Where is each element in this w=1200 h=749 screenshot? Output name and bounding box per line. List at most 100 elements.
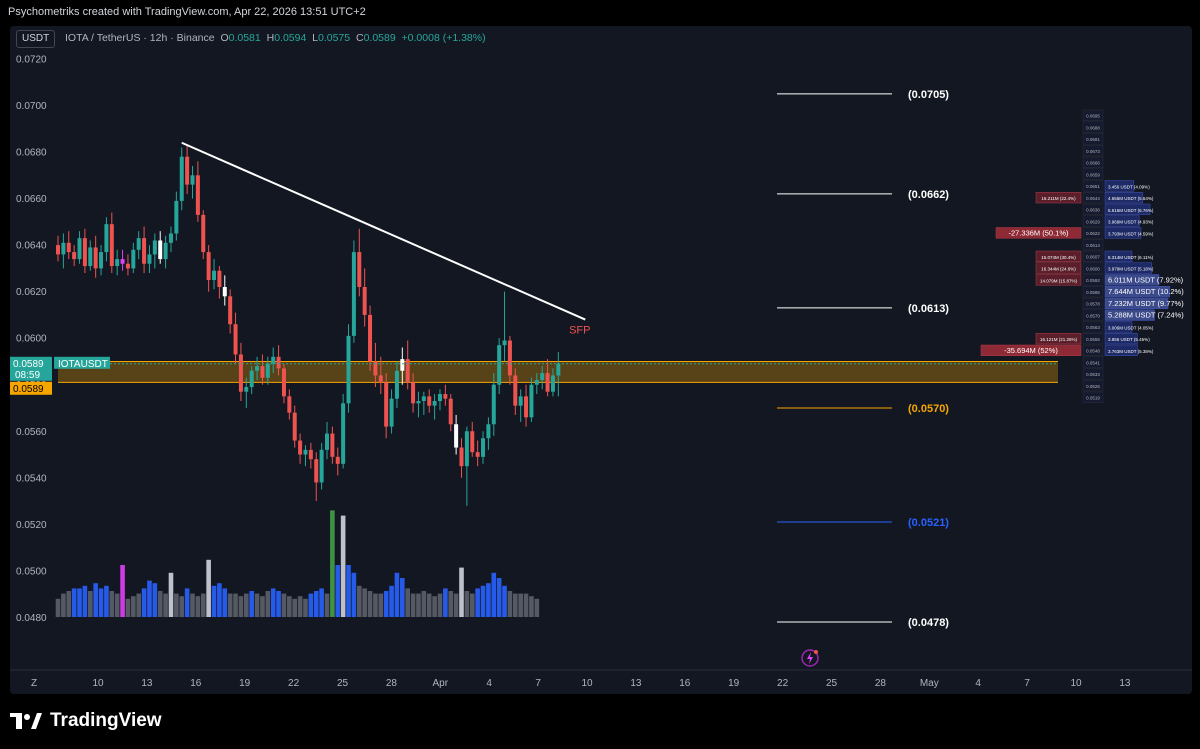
- volume-bar: [71, 588, 77, 617]
- orderbook-ask-label: 5.288M USDT (7.24%): [1108, 311, 1184, 320]
- volume-bar: [373, 593, 378, 617]
- y-tick-label: 0.0600: [16, 334, 47, 345]
- candle-body: [491, 384, 496, 425]
- candle-body: [77, 238, 82, 260]
- orderbook-bid-label: -35.694M (52%): [1004, 346, 1058, 355]
- candle-body: [308, 449, 313, 460]
- volume-bar: [222, 588, 228, 617]
- volume-bar: [238, 596, 244, 617]
- candle-body: [443, 394, 448, 399]
- candle-body: [265, 363, 270, 378]
- orderbook-price-label: 0.0526: [1086, 384, 1100, 389]
- volume-bar: [475, 588, 480, 617]
- y-tick-label: 0.0720: [16, 54, 47, 65]
- volume-bar: [324, 593, 330, 617]
- candle-body: [298, 440, 303, 455]
- candle-body: [66, 242, 71, 253]
- y-tick-label: 0.0640: [16, 241, 47, 252]
- open-value: 0.0581: [228, 32, 261, 44]
- volume-bar: [443, 588, 448, 617]
- volume-bar: [486, 583, 491, 617]
- volume-bar: [303, 598, 308, 617]
- candle-body: [432, 401, 437, 406]
- candle-body: [507, 340, 512, 376]
- volume-bar: [104, 585, 109, 617]
- x-tick-label: 28: [386, 678, 398, 689]
- volume-bar: [529, 596, 534, 617]
- volume-bar: [227, 593, 233, 617]
- volume-bar: [308, 593, 314, 617]
- candle-body: [378, 375, 383, 383]
- x-tick-label: 10: [92, 678, 104, 689]
- volume-bar: [244, 593, 249, 617]
- x-tick-label: 7: [1024, 678, 1030, 689]
- candle-body: [550, 375, 555, 392]
- candle-body: [120, 259, 125, 264]
- volume-bar: [120, 565, 125, 617]
- orderbook-bid-label: 14.079M (15.87%): [1040, 278, 1078, 283]
- candle-body: [464, 431, 469, 467]
- volume-bar: [168, 572, 174, 617]
- volume-bar: [480, 585, 486, 617]
- price-level-label: (0.0570): [908, 403, 949, 415]
- candle-body: [233, 324, 238, 355]
- candle-body: [556, 363, 561, 376]
- volume-bar: [378, 593, 384, 617]
- currency-button[interactable]: USDT: [16, 30, 56, 48]
- orderbook-price-label: 0.0519: [1086, 396, 1100, 401]
- candle-body: [56, 245, 60, 255]
- volume-bar: [313, 591, 319, 617]
- candle-body: [249, 370, 254, 388]
- candle-body: [174, 200, 179, 234]
- x-tick-label: Apr: [433, 678, 449, 689]
- candle-body: [518, 396, 523, 406]
- volume-bar: [200, 593, 206, 617]
- candle-body: [190, 175, 195, 185]
- candle-body: [427, 396, 432, 406]
- candle-body: [179, 156, 184, 201]
- time-axis: [10, 670, 1192, 694]
- volume-bar: [453, 593, 459, 617]
- volume-bar: [190, 593, 195, 617]
- orderbook-price-label: 0.0578: [1086, 302, 1100, 307]
- volume-bar: [513, 593, 518, 617]
- candle-body: [540, 373, 545, 381]
- x-tick-label: 28: [875, 678, 887, 689]
- x-tick-label: 13: [1119, 678, 1131, 689]
- orderbook-bid-label: -27.336M (50.1%): [1008, 228, 1069, 237]
- chart-panel[interactable]: 0.0720 0.0700 0.0680 0.0660 0.0640 0.0620 0.06…: [10, 26, 1192, 694]
- alert-dot: [814, 650, 818, 654]
- candle-body: [217, 270, 222, 287]
- zone-price-value: 0.0589: [13, 384, 44, 395]
- candle-body: [158, 240, 163, 260]
- candle-body: [99, 252, 104, 269]
- x-tick-label: 19: [239, 678, 251, 689]
- volume-bar: [534, 598, 540, 617]
- price-chart[interactable]: 0.0720 0.0700 0.0680 0.0660 0.0640 0.0620 0.06…: [10, 26, 1192, 694]
- volume-bar: [276, 591, 281, 617]
- candle-body: [185, 156, 190, 185]
- volume-bar: [464, 591, 470, 617]
- x-tick-label: 19: [728, 678, 740, 689]
- sfp-annotation: SFP: [569, 325, 590, 337]
- candle-body: [303, 449, 308, 455]
- tradingview-logo[interactable]: TradingView: [10, 710, 162, 732]
- orderbook-ask-label: 3.793M USDT (4.59%): [1108, 231, 1154, 236]
- x-tick-label: 22: [288, 678, 300, 689]
- candle-body: [142, 238, 147, 264]
- volume-bar: [330, 510, 335, 617]
- volume-bar: [184, 588, 190, 617]
- orderbook-price-label: 0.0600: [1086, 266, 1100, 271]
- volume-bar: [448, 591, 454, 617]
- price-level-label: (0.0478): [908, 617, 949, 629]
- x-tick-label: May: [920, 678, 939, 689]
- candle-body: [228, 296, 233, 325]
- change-value: +0.0008 (+1.38%): [401, 32, 486, 44]
- top-caption-bar: Psychometriks created with TradingView.c…: [0, 0, 1200, 24]
- orderbook-price-label: 0.0614: [1086, 243, 1100, 248]
- x-tick-label: 4: [486, 678, 492, 689]
- candle-body: [475, 452, 480, 457]
- alert-bolt-glyph: [807, 652, 813, 664]
- y-tick-label: 0.0660: [16, 194, 47, 205]
- orderbook-price-label: 0.0659: [1086, 172, 1100, 177]
